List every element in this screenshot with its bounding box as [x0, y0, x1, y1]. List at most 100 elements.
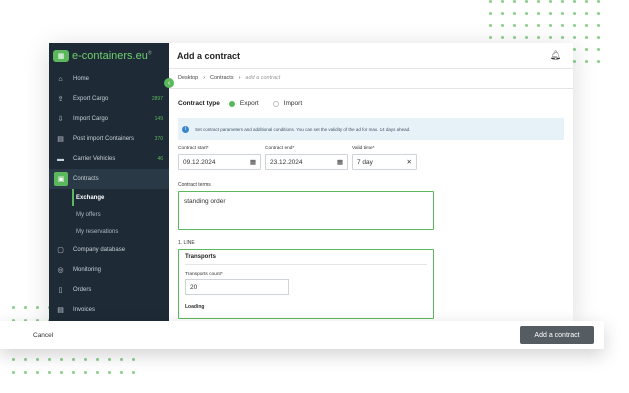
- container-icon: ▤: [57, 136, 64, 143]
- calendar-icon[interactable]: ▦: [250, 158, 256, 166]
- transports-title: Transports: [185, 254, 427, 265]
- valid-time-label: Valid time*: [352, 146, 375, 151]
- invoice-icon: ▤: [57, 307, 64, 314]
- decorative-dot: [12, 306, 15, 309]
- breadcrumb: Desktop › Contracts › add a contract: [178, 75, 564, 81]
- sidebar-item-monitoring[interactable]: ◎ Monitoring: [49, 260, 169, 280]
- clip-icon: ▯: [58, 287, 63, 294]
- transports-count-label: Transports count*: [185, 272, 223, 277]
- sidebar-item-count: 149: [154, 116, 163, 122]
- decorative-dot: [48, 358, 51, 361]
- decorative-dot: [96, 358, 99, 361]
- decorative-dot: [585, 36, 588, 39]
- sidebar-item-carrier-vehicles[interactable]: ▬ Carrier Vehicles 46: [49, 149, 169, 169]
- radio-export[interactable]: [228, 100, 235, 107]
- decorative-dot: [12, 358, 15, 361]
- decorative-dot: [513, 0, 516, 3]
- decorative-dot: [24, 358, 27, 361]
- decorative-dot: [36, 306, 39, 309]
- decorative-dot: [525, 24, 528, 27]
- sidebar-item-orders[interactable]: ▯ Orders: [49, 280, 169, 300]
- sidebar-item-label: Contracts: [73, 176, 99, 182]
- breadcrumb-desktop[interactable]: Desktop: [178, 75, 198, 81]
- decorative-dot: [501, 12, 504, 15]
- decorative-dot: [585, 24, 588, 27]
- gauge-icon: ◎: [57, 267, 64, 274]
- sidebar-item-count: 2897: [151, 96, 163, 102]
- contract-start-value: 09.12.2024: [183, 158, 216, 166]
- breadcrumb-current: add a contract: [245, 75, 281, 81]
- breadcrumb-separator: ›: [238, 75, 241, 81]
- info-text: Set contract parameters and additional c…: [195, 126, 411, 132]
- sidebar-item-import-cargo[interactable]: ⇩ Import Cargo 149: [49, 109, 169, 129]
- contract-start-label: Contract start*: [178, 146, 209, 151]
- add-contract-button[interactable]: Add a contract: [520, 326, 594, 344]
- page-title: Add a contract: [177, 50, 241, 61]
- radio-import-label[interactable]: Import: [284, 100, 302, 107]
- decorative-dot: [96, 371, 99, 374]
- cancel-button[interactable]: Cancel: [33, 332, 53, 339]
- decorative-dot: [537, 0, 540, 3]
- sidebar-item-label: Invoices: [73, 307, 96, 313]
- decorative-dot: [132, 371, 135, 374]
- main-content: Desktop › Contracts › add a contract Con…: [169, 69, 573, 321]
- decorative-dot: [513, 36, 516, 39]
- breadcrumb-contracts[interactable]: Contracts: [210, 75, 234, 81]
- decorative-dot: [84, 371, 87, 374]
- sidebar-item-invoices[interactable]: ▤ Invoices: [49, 300, 169, 320]
- logo[interactable]: ▦ e-containers.eu®: [49, 43, 169, 69]
- briefcase-icon: ▢: [57, 247, 64, 254]
- decorative-dot: [573, 36, 576, 39]
- clear-icon[interactable]: ✕: [407, 158, 412, 166]
- sidebar-item-label: Carrier Vehicles: [73, 156, 116, 162]
- sidebar-item-contracts[interactable]: ▣ Contracts: [49, 169, 169, 189]
- logo-text: e-containers.eu: [72, 50, 148, 62]
- contract-terms-textarea[interactable]: standing order: [178, 191, 434, 230]
- bell-icon[interactable]: 🔔︎: [550, 50, 561, 61]
- sidebar-subitem-my-offers[interactable]: My offers: [49, 206, 169, 223]
- breadcrumb-separator: ›: [203, 75, 206, 81]
- line-label: 1. LINE: [178, 240, 195, 246]
- decorative-dot: [597, 0, 600, 3]
- sidebar-item-export-cargo[interactable]: ⇪ Export Cargo 2897: [49, 89, 169, 109]
- transports-count-input[interactable]: 20: [185, 279, 289, 295]
- logo-icon: ▦: [53, 50, 69, 62]
- sidebar-item-home[interactable]: ⌂ Home: [49, 69, 169, 89]
- calendar-icon[interactable]: ▦: [337, 158, 343, 166]
- decorative-dot: [120, 371, 123, 374]
- sidebar-item-count: 46: [157, 156, 163, 162]
- decorative-dot: [525, 12, 528, 15]
- sidebar-item-company-database[interactable]: ▢ Company database: [49, 240, 169, 260]
- sidebar-subitem-exchange[interactable]: Exchange: [72, 189, 169, 206]
- decorative-dot: [525, 36, 528, 39]
- info-icon: i: [182, 125, 189, 133]
- sidebar-subitem-my-reservations[interactable]: My reservations: [49, 223, 169, 240]
- sidebar-item-label: Home: [73, 76, 90, 82]
- decorative-dot: [549, 0, 552, 3]
- stage: ▦ e-containers.eu® ⌂ Home ⇪ Export Cargo 289…: [0, 0, 629, 393]
- sidebar-item-post-import-containers[interactable]: ▤ Post import Containers 370: [49, 129, 169, 149]
- sidebar-item-label: Post import Containers: [73, 136, 135, 142]
- decorative-dot: [36, 371, 39, 374]
- sidebar-item-label: Export Cargo: [73, 96, 109, 102]
- decorative-dot: [573, 0, 576, 3]
- date-row: Contract start* 09.12.2024 ▦ Contract en…: [178, 146, 564, 170]
- valid-time-select[interactable]: 7 day ✕: [352, 154, 417, 170]
- contract-end-input[interactable]: 23.12.2024 ▦: [265, 154, 348, 170]
- contract-type: Contract type Export Import: [178, 100, 564, 107]
- radio-import[interactable]: [272, 100, 279, 107]
- decorative-dot: [597, 36, 600, 39]
- radio-export-label[interactable]: Export: [240, 100, 259, 107]
- contract-start-input[interactable]: 09.12.2024 ▦: [178, 154, 261, 170]
- contract-start-group: Contract start* 09.12.2024 ▦: [178, 146, 261, 170]
- decorative-dot: [501, 36, 504, 39]
- decorative-dot: [513, 12, 516, 15]
- line-section: Transports Transports count* 20 Loading: [178, 249, 434, 319]
- import-icon: ⇩: [57, 116, 64, 123]
- contract-end-label: Contract end*: [265, 146, 295, 151]
- decorative-dot: [573, 12, 576, 15]
- contract-type-label: Contract type: [178, 100, 220, 107]
- decorative-dot: [108, 371, 111, 374]
- valid-time-value: 7 day: [357, 158, 373, 166]
- decorative-dot: [120, 358, 123, 361]
